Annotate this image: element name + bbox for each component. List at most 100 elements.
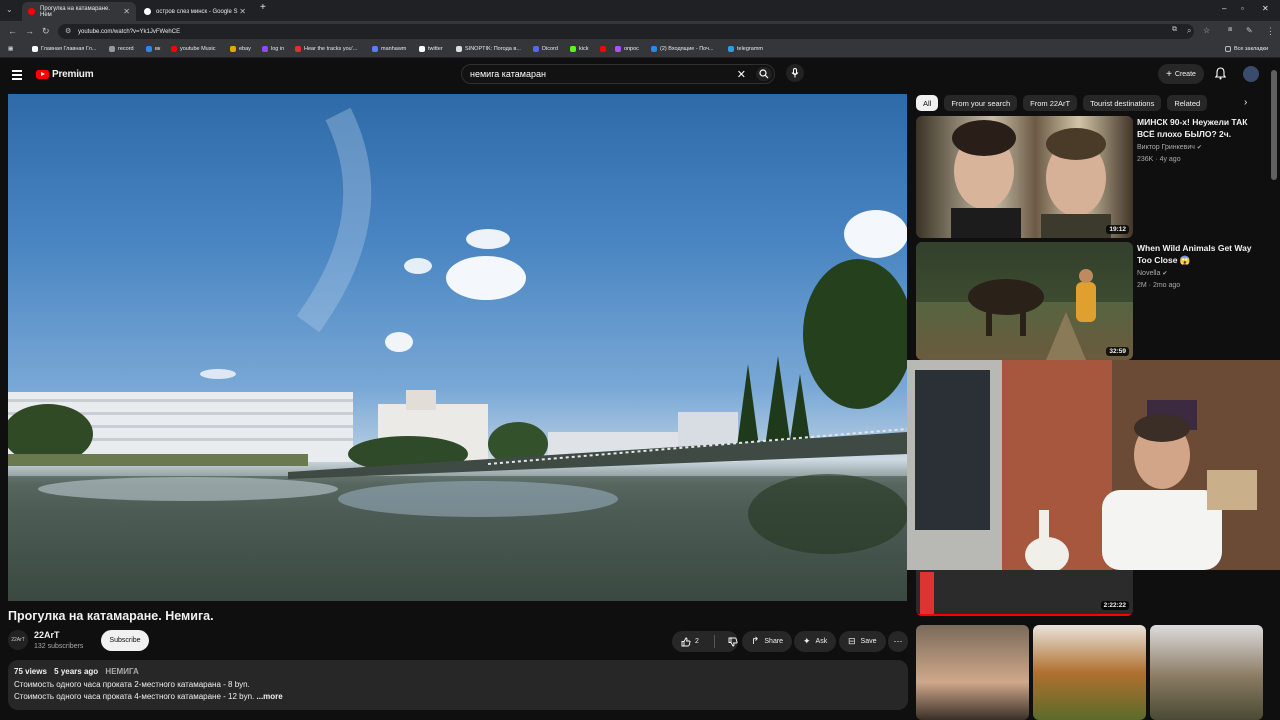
video-frame [8,107,907,601]
shorts-thumbnail[interactable] [916,625,1029,720]
url-field[interactable]: ⚙ youtube.com/watch?v=Yk1JvFWehCE [58,24,1194,39]
chip-tourist-destinations[interactable]: Tourist destinations [1083,95,1162,111]
maximize-icon[interactable]: ▫ [1241,4,1244,13]
channel-name[interactable]: 22ArT [34,630,60,640]
bookmark-item[interactable]: вк [146,46,160,52]
thumbnail-image [951,120,1111,238]
mail-icon [651,46,657,52]
video-thumbnail[interactable]: 2:22:22 [916,570,1133,616]
video-thumbnail[interactable]: 19:12 [916,116,1133,238]
recommendation-item[interactable]: 2:22:22 [916,570,1266,616]
shorts-thumbnail[interactable] [1150,625,1263,720]
verified-icon: ✔ [1196,145,1202,151]
extensions-icon[interactable]: ⧈ [1228,26,1232,34]
recommendation-title[interactable]: When Wild Animals Get Way Too Close 😱 [1137,242,1257,266]
clear-search-icon[interactable]: ✕ [737,68,746,81]
chip-from-your-search[interactable]: From your search [944,95,1018,111]
ask-button[interactable]: ✦ Ask [794,631,837,652]
shorts-thumbnail[interactable] [1033,625,1146,720]
tab-list-icon[interactable]: ⌄ [6,5,13,14]
apps-icon[interactable]: ▦ [8,46,13,52]
poll-icon [615,46,621,52]
profile-icon[interactable]: ✎ [1246,26,1253,35]
youtube-logo[interactable]: Premium [36,69,94,80]
bookmark-item[interactable]: twitter [419,46,443,52]
window-close-icon[interactable]: ✕ [1262,4,1269,13]
minimize-icon[interactable]: – [1222,4,1226,13]
subscribe-button[interactable]: Subscribe [101,630,149,651]
chip-all[interactable]: All [916,95,939,111]
bookmark-item[interactable]: Главная Главная Гл... [32,46,96,52]
search-box[interactable]: немига катамаран ✕ [461,64,775,84]
bookmark-item[interactable]: опрос [615,46,639,52]
tab-title: Прогулка на катамаране. Нем [40,5,111,18]
share-button[interactable]: ↱ Share [742,631,793,652]
upload-age: 5 years ago [54,667,99,676]
bookmark-item[interactable]: log in [262,46,284,52]
reload-icon[interactable]: ↻ [42,26,50,37]
chevron-right-icon[interactable]: › [1244,97,1247,108]
menu-icon[interactable] [12,70,22,82]
video-thumbnail[interactable]: 32:59 [916,242,1133,360]
search-icon [759,69,769,79]
chip-from-channel[interactable]: From 22ArT [1023,95,1078,111]
video-title: Прогулка на катамаране. Немига. [8,609,214,623]
tab-title: остров слез минск - Google S [156,8,238,15]
like-button[interactable]: 2 [672,637,709,647]
verified-icon: ✔ [1162,271,1168,277]
recommendation-item[interactable]: 32:59 When Wild Animals Get Way Too Clos… [916,242,1266,360]
recommendation-title[interactable]: МИНСК 90-х! Неужели ТАК ВСЁ плохо БЫЛО? … [1137,116,1257,140]
bookmark-star-icon[interactable]: ☆ [1203,26,1210,35]
hashtag[interactable]: НЕМИГА [105,667,138,676]
like-dislike-group: 2 [672,631,738,652]
avatar[interactable] [1243,66,1259,82]
youtube-icon [600,46,606,52]
recommendation-channel[interactable]: Novella ✔ [1137,270,1167,277]
youtube-header: Premium немига катамаран ✕ [0,58,1280,92]
share-icon: ↱ [751,636,760,647]
forward-icon[interactable]: → [25,26,34,36]
open-in-app-icon[interactable]: ⧉ [1172,26,1177,34]
video-player[interactable] [8,94,907,601]
search-button[interactable] [756,67,772,81]
chip-related[interactable]: Related [1167,95,1208,111]
tab-google[interactable]: остров слез минск - Google S ✕ [138,2,252,21]
description-box[interactable]: 75 views 5 years ago НЕМИГА Стоимость од… [8,660,908,710]
bookmark-item[interactable]: kick [570,46,588,52]
bookmark-item[interactable]: record [109,46,134,52]
thumbnail-graphic [920,572,934,614]
bookmarks-bar: ▦ Главная Главная Гл... record вк youtub… [0,42,1280,58]
back-icon[interactable]: ← [8,26,17,36]
dislike-button[interactable] [720,637,738,647]
site-info-icon[interactable]: ⚙ [65,27,71,35]
bookmark-item[interactable]: youtube Music [171,46,215,52]
bookmark-item[interactable]: manhawm [372,46,406,52]
save-button[interactable]: ⊟ Save [839,631,886,652]
scrollbar[interactable] [1271,70,1277,180]
more-actions-button[interactable]: ⋯ [888,631,908,652]
bookmark-item[interactable]: SINOPTIK: Погода в... [456,46,521,52]
channel-avatar[interactable]: 22ArT [8,630,28,650]
voice-search-button[interactable] [786,64,804,82]
bookmark-item[interactable]: Hear the tracks you'... [295,46,357,52]
notifications-button[interactable] [1214,67,1227,85]
menu-dots-icon[interactable]: ⋮ [1266,26,1275,37]
bookmark-item[interactable]: (2) Входящие - Поч... [651,46,714,52]
bookmark-item[interactable]: ebay [230,46,251,52]
bookmark-item[interactable]: telegramm [728,46,763,52]
show-more-link[interactable]: ...more [257,692,283,701]
bookmark-item[interactable] [600,46,609,52]
recommendation-item[interactable]: 19:12 МИНСК 90-х! Неужели ТАК ВСЁ плохо … [916,116,1266,238]
create-button[interactable]: + Create [1158,64,1204,84]
zoom-icon[interactable]: ⌕ [1187,26,1191,36]
search-input[interactable]: немига катамаран [470,69,546,79]
close-icon[interactable]: ✕ [239,7,246,16]
tab-youtube[interactable]: Прогулка на катамаране. Нем ✕ [22,2,136,21]
recommendation-channel[interactable]: Виктор Гринкевич ✔ [1137,144,1202,151]
all-bookmarks[interactable]: Все закладки [1225,46,1268,52]
new-tab-icon[interactable]: + [260,2,266,13]
like-count: 2 [695,638,699,645]
bookmark-item[interactable]: Dicord [533,46,558,52]
close-icon[interactable]: ✕ [123,7,130,16]
description-line: Стоимость одного часа проката 4-местного… [14,692,255,701]
